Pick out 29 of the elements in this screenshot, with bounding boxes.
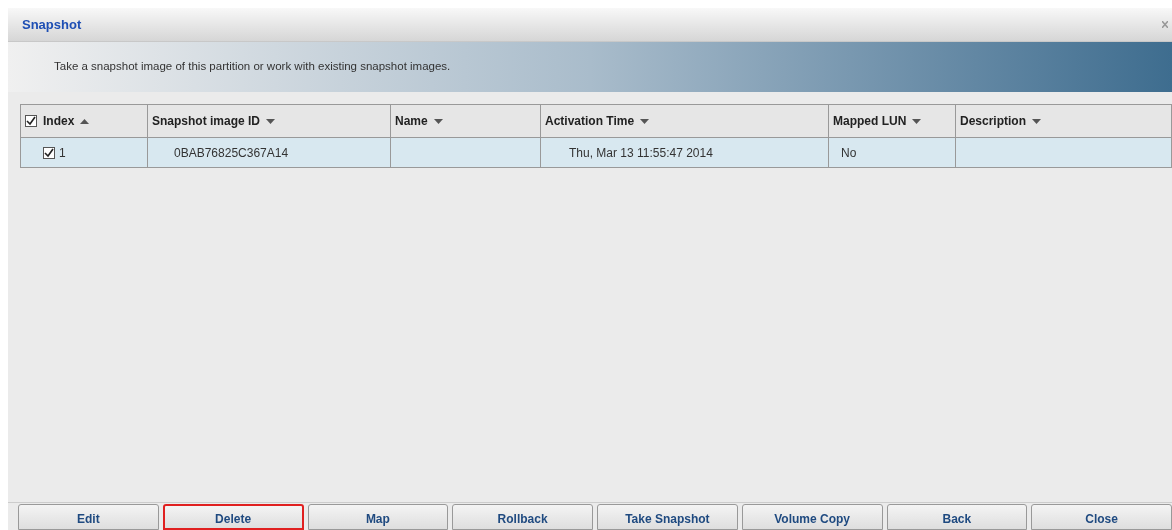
- column-header[interactable]: Mapped LUN: [829, 105, 956, 137]
- action-button[interactable]: Rollback: [452, 504, 593, 530]
- action-button[interactable]: Take Snapshot: [597, 504, 738, 530]
- action-button[interactable]: Map: [307, 504, 449, 530]
- column-header[interactable]: Index: [21, 105, 148, 137]
- column-label: Mapped LUN: [833, 113, 907, 130]
- action-button[interactable]: Close: [1031, 504, 1172, 530]
- table-cell-text: 1: [59, 144, 66, 162]
- action-button[interactable]: Delete: [162, 504, 304, 530]
- action-button[interactable]: Edit: [18, 504, 159, 530]
- checkbox[interactable]: [25, 115, 37, 127]
- banner-text: Take a snapshot image of this partition or work with existing snapshot images.: [54, 59, 451, 75]
- column-header[interactable]: Activation Time: [541, 105, 829, 137]
- column-header[interactable]: Name: [391, 105, 541, 137]
- action-button[interactable]: Back: [886, 504, 1028, 530]
- column-label: Index: [43, 113, 75, 130]
- column-header[interactable]: Description: [956, 105, 1171, 137]
- column-label: Snapshot image ID: [152, 113, 261, 130]
- column-label: Description: [960, 113, 1026, 130]
- column-label: Name: [395, 113, 428, 130]
- column-label: Activation Time: [545, 113, 635, 130]
- table-row[interactable]: 1 0BAB76825C367A14 Thu, Mar 13 11:55:47 2014 No: [20, 138, 1172, 168]
- window-title: Snapshot: [22, 15, 82, 34]
- column-header[interactable]: Snapshot image ID: [148, 105, 391, 137]
- table-cell-text: Thu, Mar 13 11:55:47 2014: [569, 144, 713, 162]
- action-button[interactable]: Volume Copy: [741, 504, 883, 530]
- checkbox[interactable]: [43, 146, 55, 159]
- table-cell-text: No: [841, 144, 857, 162]
- table-cell-text: 0BAB76825C367A14: [174, 144, 289, 162]
